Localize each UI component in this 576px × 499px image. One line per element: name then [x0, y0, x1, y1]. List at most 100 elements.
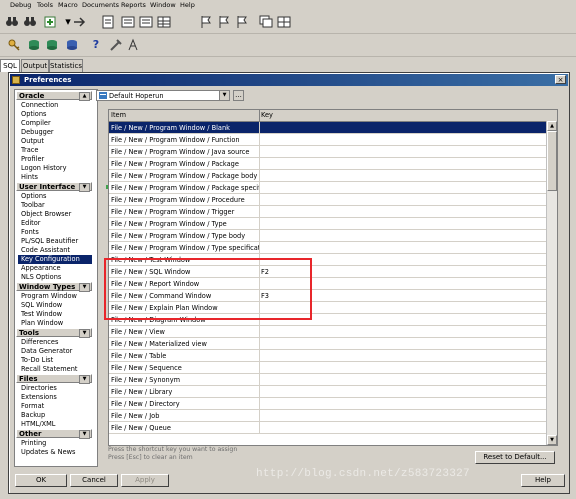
- nav-group-user-interface[interactable]: User Interface ▼: [16, 182, 92, 192]
- row-item-cell[interactable]: File / New / Program Window / Package bo…: [111, 170, 259, 182]
- nav-item-todo-list[interactable]: To-Do List: [21, 356, 91, 365]
- chevron-down-icon[interactable]: ▼: [79, 183, 90, 192]
- nav-item-options[interactable]: Options: [21, 110, 91, 119]
- row-item-cell[interactable]: File / New / Materialized view: [111, 338, 259, 350]
- nav-item-output[interactable]: Output: [21, 137, 91, 146]
- column-header-item[interactable]: Item: [111, 110, 126, 121]
- nav-item-extensions[interactable]: Extensions: [21, 393, 91, 402]
- table-row[interactable]: File / New / Program Window / Type body: [109, 230, 557, 242]
- scroll-up-icon[interactable]: ▲: [547, 121, 557, 131]
- translate-icon[interactable]: [126, 37, 142, 53]
- row-item-cell[interactable]: File / New / Table: [111, 350, 259, 362]
- apply-button[interactable]: Apply: [121, 474, 169, 487]
- nav-item-differences[interactable]: Differences: [21, 338, 91, 347]
- menu-debug[interactable]: Debug: [10, 0, 31, 10]
- list-icon[interactable]: [138, 14, 154, 30]
- grid-icon[interactable]: [156, 14, 172, 30]
- table-row[interactable]: File / New / Synonym: [109, 374, 557, 386]
- database-icon[interactable]: [26, 37, 42, 53]
- nav-item-format[interactable]: Format: [21, 402, 91, 411]
- flag-third-icon[interactable]: [234, 14, 250, 30]
- scroll-down-icon[interactable]: ▼: [547, 435, 557, 445]
- compile-icon[interactable]: [120, 14, 136, 30]
- row-item-cell[interactable]: File / New / Program Window / Package: [111, 158, 259, 170]
- row-item-cell[interactable]: File / New / Program Window / Type body: [111, 230, 259, 242]
- profile-ellipsis-button[interactable]: ...: [233, 90, 244, 101]
- nav-item-program-window[interactable]: Program Window: [21, 292, 91, 301]
- row-item-cell[interactable]: File / New / Program Window / Package sp…: [111, 182, 259, 194]
- table-row[interactable]: File / New / Program Window / Trigger: [109, 206, 557, 218]
- chevron-down-icon[interactable]: ▼: [79, 329, 90, 338]
- nav-item-data-generator[interactable]: Data Generator: [21, 347, 91, 356]
- menu-tools[interactable]: Tools: [37, 0, 53, 10]
- table-row[interactable]: File / New / Program Window / Package sp…: [109, 182, 557, 194]
- vertical-scrollbar[interactable]: ▲ ▼: [546, 121, 557, 445]
- row-item-cell[interactable]: File / New / Program Window / Java sourc…: [111, 146, 259, 158]
- window-cascade-icon[interactable]: [258, 14, 274, 30]
- table-row[interactable]: File / New / Program Window / Package bo…: [109, 170, 557, 182]
- nav-item-fonts[interactable]: Fonts: [21, 228, 91, 237]
- find-next-icon[interactable]: [22, 14, 38, 30]
- cancel-button[interactable]: Cancel: [70, 474, 118, 487]
- table-row[interactable]: File / New / Materialized view: [109, 338, 557, 350]
- chevron-down-icon[interactable]: ▼: [79, 283, 90, 292]
- key-profile-select[interactable]: Default Hoperun ▼: [96, 90, 230, 101]
- row-item-cell[interactable]: File / New / Program Window / Trigger: [111, 206, 259, 218]
- nav-item-sql-window[interactable]: SQL Window: [21, 301, 91, 310]
- row-item-cell[interactable]: File / New / Directory: [111, 398, 259, 410]
- menu-macro[interactable]: Macro: [58, 0, 78, 10]
- table-row[interactable]: File / New / Program Window / Type speci…: [109, 242, 557, 254]
- nav-item-plsql-beautifier[interactable]: PL/SQL Beautifier: [21, 237, 91, 246]
- arrow-right-icon[interactable]: [72, 14, 88, 30]
- nav-item-connection[interactable]: Connection: [21, 101, 91, 110]
- nav-item-logon-history[interactable]: Logon History: [21, 164, 91, 173]
- database-disconnect-icon[interactable]: [64, 37, 80, 53]
- chevron-down-icon[interactable]: ▼: [79, 430, 90, 439]
- nav-item-backup[interactable]: Backup: [21, 411, 91, 420]
- key-icon[interactable]: [6, 37, 22, 53]
- nav-group-window-types[interactable]: Window Types ▼: [16, 282, 92, 292]
- flag-icon[interactable]: [198, 14, 214, 30]
- row-item-cell[interactable]: File / New / Queue: [111, 422, 259, 434]
- row-item-cell[interactable]: File / New / Program Window / Type: [111, 218, 259, 230]
- nav-group-tools[interactable]: Tools ▼: [16, 328, 92, 338]
- nav-item-updates-news[interactable]: Updates & News: [21, 448, 91, 457]
- reset-default-button[interactable]: Reset to Default...: [475, 451, 555, 464]
- row-item-cell[interactable]: File / New / View: [111, 326, 259, 338]
- nav-item-code-assistant[interactable]: Code Assistant: [21, 246, 91, 255]
- nav-item-trace[interactable]: Trace: [21, 146, 91, 155]
- flag-alt-icon[interactable]: [216, 14, 232, 30]
- tab-output[interactable]: Output: [21, 59, 49, 72]
- tab-sql[interactable]: SQL: [0, 59, 20, 72]
- table-row[interactable]: File / New / Program Window / Blank: [109, 122, 557, 134]
- nav-item-hints[interactable]: Hints: [21, 173, 91, 182]
- row-item-cell[interactable]: File / New / Program Window / Procedure: [111, 194, 259, 206]
- nav-group-files[interactable]: Files ▼: [16, 374, 92, 384]
- table-row[interactable]: File / New / Program Window / Function: [109, 134, 557, 146]
- row-item-cell[interactable]: File / New / Sequence: [111, 362, 259, 374]
- nav-item-profiler[interactable]: Profiler: [21, 155, 91, 164]
- nav-item-test-window[interactable]: Test Window: [21, 310, 91, 319]
- table-row[interactable]: File / New / Queue: [109, 422, 557, 434]
- nav-item-recall-statement[interactable]: Recall Statement: [21, 365, 91, 374]
- row-item-cell[interactable]: File / New / Synonym: [111, 374, 259, 386]
- row-item-cell[interactable]: File / New / Program Window / Function: [111, 134, 259, 146]
- nav-item-nls-options[interactable]: NLS Options: [21, 273, 91, 282]
- help-button[interactable]: Help: [521, 474, 565, 487]
- table-row[interactable]: File / New / Program Window / Type: [109, 218, 557, 230]
- binoculars-icon[interactable]: [4, 14, 20, 30]
- menu-window[interactable]: Window: [150, 0, 176, 10]
- table-row[interactable]: File / New / Directory: [109, 398, 557, 410]
- table-row[interactable]: File / New / Sequence: [109, 362, 557, 374]
- table-row[interactable]: File / New / Job: [109, 410, 557, 422]
- nav-group-other[interactable]: Other ▼: [16, 429, 92, 439]
- nav-item-object-browser[interactable]: Object Browser: [21, 210, 91, 219]
- tab-statistics[interactable]: Statistics: [49, 59, 83, 72]
- window-tile-icon[interactable]: [276, 14, 292, 30]
- ok-button[interactable]: OK: [15, 474, 67, 487]
- nav-item-debugger[interactable]: Debugger: [21, 128, 91, 137]
- nav-item-plan-window[interactable]: Plan Window: [21, 319, 91, 328]
- row-item-cell[interactable]: File / New / Program Window / Type speci…: [111, 242, 259, 254]
- page-icon[interactable]: [100, 14, 116, 30]
- nav-item-compiler[interactable]: Compiler: [21, 119, 91, 128]
